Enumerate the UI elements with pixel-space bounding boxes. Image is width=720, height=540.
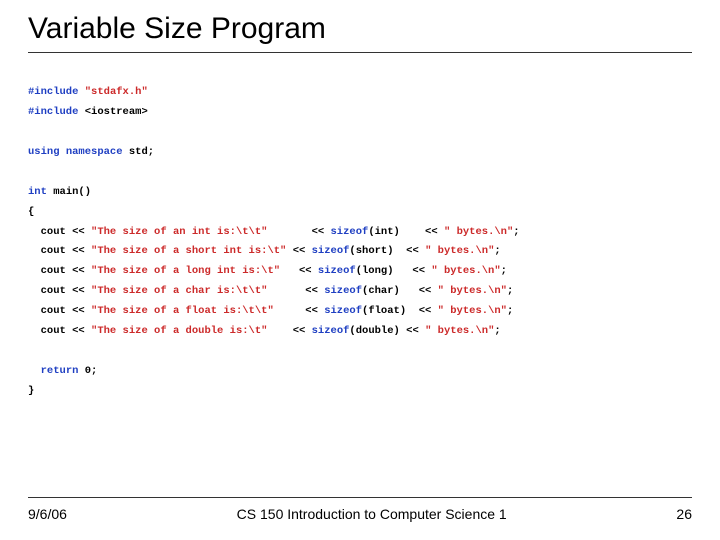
str-double: "The size of a double is:\t" (91, 325, 267, 337)
str-int: "The size of an int is:\t\t" (91, 226, 267, 238)
txt-cout: cout << (41, 305, 85, 317)
str-bytes: " bytes.\n" (444, 226, 513, 238)
title-underline (28, 52, 692, 53)
kw-sizeof: sizeof (324, 285, 362, 297)
txt-ltlt: << (293, 245, 306, 257)
kw-using: using (28, 146, 60, 158)
page-title: Variable Size Program (28, 12, 692, 46)
txt-semi: ; (494, 325, 500, 337)
kw-include: #include (28, 86, 78, 98)
txt-cout: cout << (41, 265, 85, 277)
footer-date: 9/6/06 (28, 506, 67, 522)
kw-sizeof: sizeof (312, 325, 350, 337)
txt-ltlt: << (312, 226, 325, 238)
kw-sizeof: sizeof (312, 245, 350, 257)
txt-semi: ; (507, 285, 513, 297)
txt-ltlt: << (305, 285, 318, 297)
footer-page: 26 (676, 506, 692, 522)
txt-cout: cout << (41, 226, 85, 238)
txt-rbrace: } (28, 385, 34, 397)
txt-ltlt: << (293, 325, 306, 337)
str-bytes: " bytes.\n" (431, 265, 500, 277)
txt-semi: ; (494, 245, 500, 257)
str-stdafx: "stdafx.h" (85, 86, 148, 98)
p-float: (float) (362, 305, 406, 317)
str-bytes: " bytes.\n" (438, 285, 507, 297)
kw-return: return (41, 365, 79, 377)
kw-sizeof: sizeof (324, 305, 362, 317)
txt-ltlt: << (305, 305, 318, 317)
str-char: "The size of a char is:\t\t" (91, 285, 267, 297)
str-long: "The size of a long int is:\t" (91, 265, 280, 277)
txt-cout: cout << (41, 245, 85, 257)
txt-std: std; (129, 146, 154, 158)
str-short: "The size of a short int is:\t" (91, 245, 286, 257)
code-block: #include "stdafx.h" #include <iostream> … (28, 63, 692, 402)
txt-semi: ; (507, 305, 513, 317)
txt-lbrace: { (28, 206, 34, 218)
p-int: (int) (368, 226, 400, 238)
txt-semi: ; (513, 226, 519, 238)
str-bytes: " bytes.\n" (425, 325, 494, 337)
kw-int: int (28, 186, 47, 198)
str-float: "The size of a float is:\t\t" (91, 305, 274, 317)
txt-ltlt: << (299, 265, 312, 277)
p-short: (short) (349, 245, 393, 257)
kw-sizeof: sizeof (318, 265, 356, 277)
spacer (28, 402, 692, 497)
txt-ltlt: << (406, 325, 419, 337)
kw-include: #include (28, 106, 78, 118)
txt-zero: 0; (85, 365, 98, 377)
str-bytes: " bytes.\n" (438, 305, 507, 317)
p-char: (char) (362, 285, 400, 297)
footer: 9/6/06 CS 150 Introduction to Computer S… (28, 497, 692, 540)
txt-cout: cout << (41, 325, 85, 337)
footer-course: CS 150 Introduction to Computer Science … (67, 506, 676, 522)
p-long: (long) (356, 265, 394, 277)
str-bytes: " bytes.\n" (425, 245, 494, 257)
txt-cout: cout << (41, 285, 85, 297)
txt-ltlt: << (412, 265, 425, 277)
txt-ltlt: << (419, 305, 432, 317)
kw-sizeof: sizeof (331, 226, 369, 238)
txt-main: main() (53, 186, 91, 198)
kw-namespace: namespace (66, 146, 123, 158)
txt-semi: ; (501, 265, 507, 277)
p-double: (double) (349, 325, 399, 337)
txt-ltlt: << (406, 245, 419, 257)
txt-ltlt: << (425, 226, 438, 238)
txt-ltlt: << (419, 285, 432, 297)
txt-iostream: <iostream> (85, 106, 148, 118)
